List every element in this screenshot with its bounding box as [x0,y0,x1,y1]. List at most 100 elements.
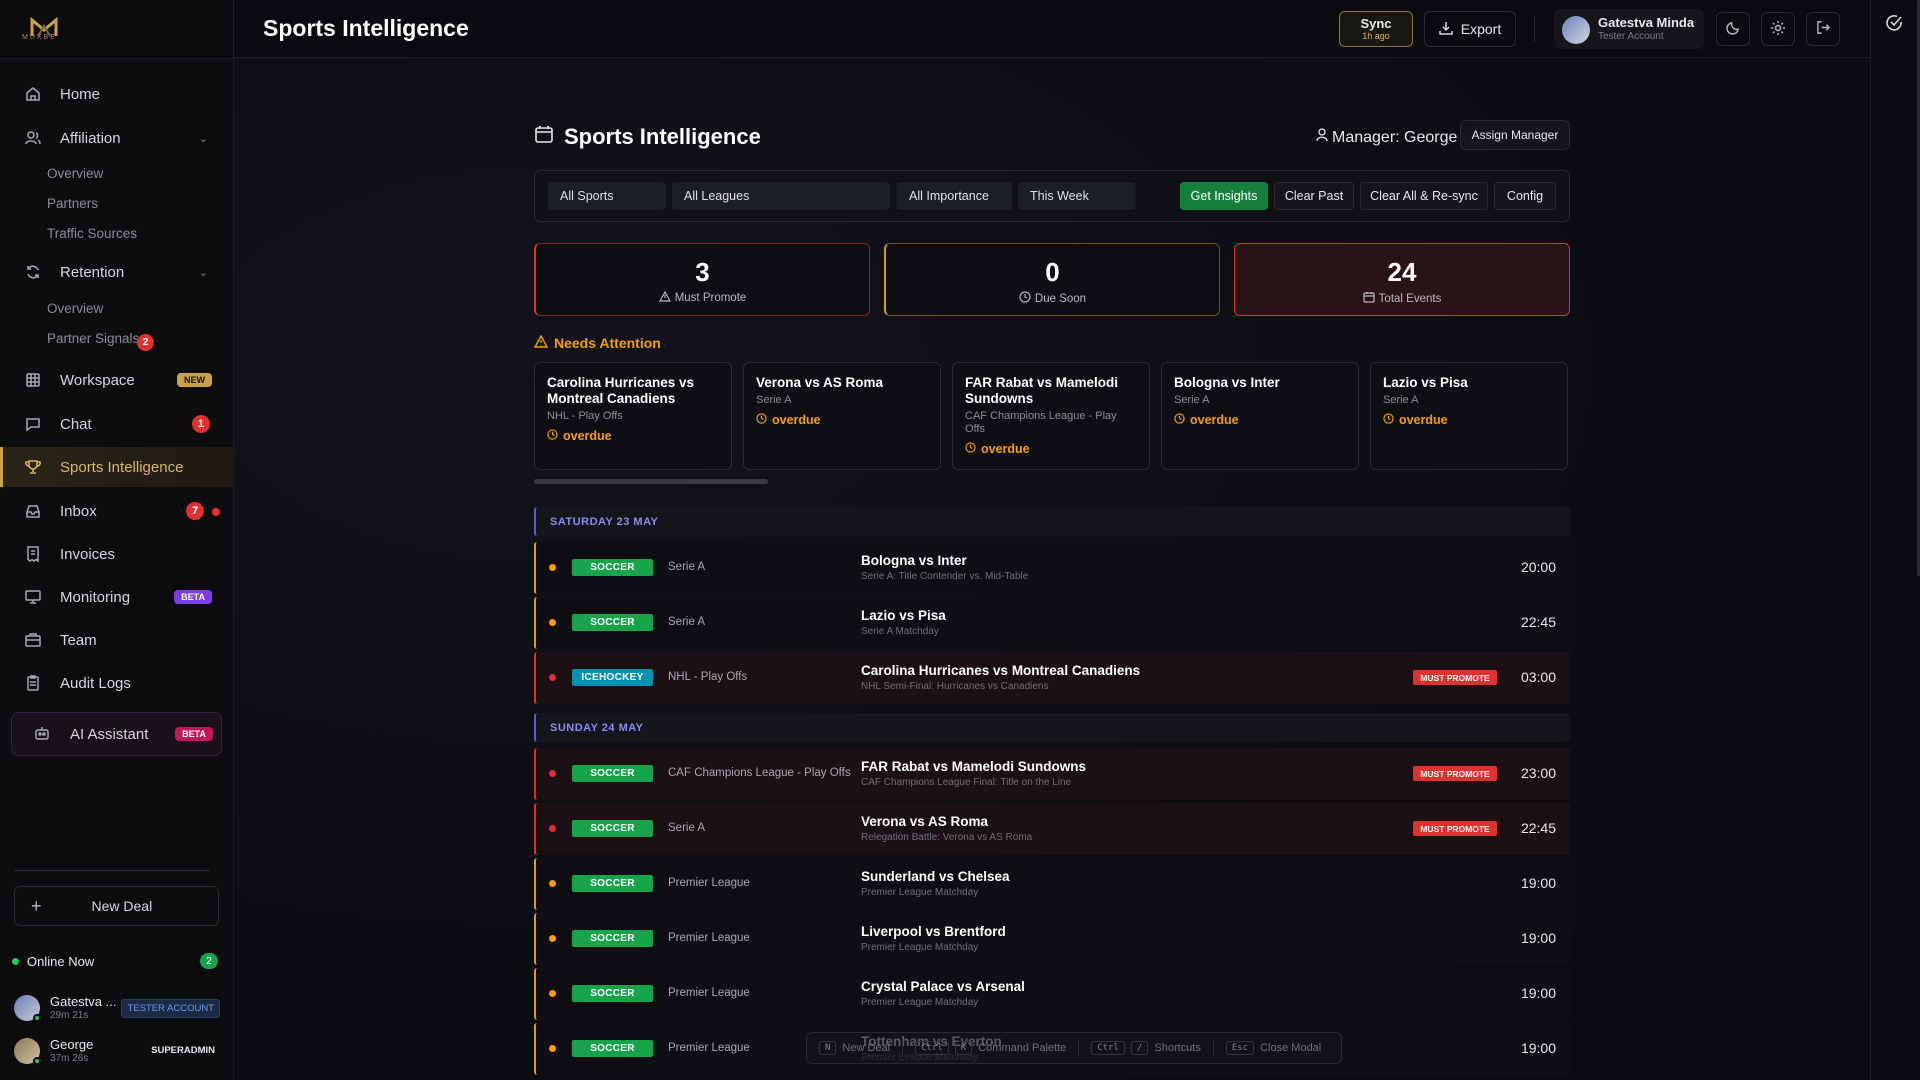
divider [1534,16,1535,42]
sidebar-subitem-traffic-sources[interactable]: Traffic Sources [47,226,137,241]
settings-button[interactable] [1761,12,1795,46]
new-deal-button[interactable]: + New Deal [14,886,219,926]
online-user[interactable]: Gatestva ... 29m 21s TESTER ACCOUNT [14,993,220,1027]
attention-card[interactable]: Bologna vs Inter Serie A overdue [1161,362,1359,470]
sidebar-item-home[interactable]: Home [0,74,234,114]
attention-card[interactable]: Verona vs AS Roma Serie A overdue [743,362,941,470]
period-filter-select[interactable]: This Week [1018,182,1135,210]
clear-all-resync-button[interactable]: Clear All & Re-sync [1360,182,1488,210]
event-row[interactable]: SOCCER CAF Champions League - Play Offs FA… [534,748,1570,800]
sidebar-item-retention[interactable]: Retention ⌄ [0,252,234,292]
sidebar-item-invoices[interactable]: Invoices [0,534,234,574]
sidebar-item-sports-intelligence[interactable]: Sports Intelligence [0,447,234,487]
must-promote-stat-card[interactable]: 3 Must Promote [534,243,870,316]
sidebar-subitem-partners[interactable]: Partners [47,196,98,211]
sidebar-item-workspace[interactable]: Workspace NEW [0,360,234,400]
online-user[interactable]: George 37m 26s SUPERADMIN [14,1036,220,1070]
sport-badge: SOCCER [572,985,653,1002]
sync-button[interactable]: Sync 1h ago [1339,11,1413,47]
must-promote-badge: MUST PROMOTE [1413,670,1497,685]
chevron-down-icon[interactable]: ⌄ [199,266,208,279]
config-button[interactable]: Config [1494,182,1556,210]
stat-value: 3 [695,257,710,287]
total-events-stat-card[interactable]: 24 Total Events [1234,243,1570,316]
account-menu[interactable]: Gatestva Minda Tester Account [1554,9,1704,49]
event-row[interactable]: SOCCER Serie A Verona vs AS Roma Relegation… [534,803,1570,855]
attention-card[interactable]: Lazio vs Pisa Serie A overdue [1370,362,1568,470]
sidebar-item-audit-logs[interactable]: Audit Logs [0,663,234,703]
overdue-label: overdue [1190,413,1239,427]
overdue-status: overdue [1383,413,1555,427]
divider [1212,1039,1214,1057]
sidebar-item-team[interactable]: Team [0,620,234,660]
event-subtitle: CAF Champions League Final: Title on the… [861,777,1072,788]
get-insights-button[interactable]: Get Insights [1180,182,1268,210]
chevron-down-icon[interactable]: ⌄ [199,132,208,145]
shortcut-key: Ctrl [915,1041,949,1055]
check-circle-icon[interactable] [1885,14,1903,35]
attention-card[interactable]: FAR Rabat vs Mamelodi Sundowns CAF Champi… [952,362,1150,470]
event-row[interactable]: SOCCER Serie A Bologna vs Inter Serie A: Ti… [534,542,1570,594]
clock-icon [1019,291,1031,306]
league-filter-select[interactable]: All Leagues [672,182,890,210]
due-soon-stat-card[interactable]: 0 Due Soon [884,243,1220,316]
sidebar-subitem-partner-signals[interactable]: Partner Signals [47,331,139,346]
online-count-badge: 2 [200,953,218,969]
monitor-icon [24,588,42,606]
stat-label-row: Must Promote [536,290,869,305]
assign-manager-button[interactable]: Assign Manager [1460,120,1570,150]
divider [902,1039,904,1057]
event-row[interactable]: SOCCER Premier League Crystal Palace vs Ar… [534,968,1570,1020]
sidebar-subitem-affiliation-overview[interactable]: Overview [47,166,103,181]
export-label: Export [1460,21,1502,37]
event-row[interactable]: SOCCER Premier League Liverpool vs Brentfo… [534,913,1570,965]
overdue-label: overdue [1399,413,1448,427]
export-button[interactable]: Export [1424,11,1516,47]
event-row[interactable]: SOCCER Serie A Lazio vs Pisa Serie A Matchd… [534,597,1570,649]
shortcut-key: Esc [1225,1041,1255,1055]
sidebar-subitem-retention-overview[interactable]: Overview [47,301,103,316]
event-subtitle: Serie A: Title Contender vs. Mid-Table [861,571,1029,582]
horizontal-scrollbar[interactable] [534,479,768,484]
priority-dot [549,674,556,681]
sidebar-item-affiliation[interactable]: Affiliation ⌄ [0,118,234,158]
sidebar-item-monitoring[interactable]: Monitoring BETA [0,577,234,617]
sidebar-item-label: Audit Logs [60,674,131,692]
download-icon [1439,21,1453,38]
shortcut-key: Ctrl [1091,1041,1125,1055]
importance-filter-select[interactable]: All Importance [897,182,1012,210]
priority-dot [549,1045,556,1052]
top-bar: Sports Intelligence Sync 1h ago Export G… [234,0,1870,58]
sidebar-item-inbox[interactable]: Inbox 7 [0,491,234,531]
attention-card[interactable]: Carolina Hurricanes vs Montreal Canadien… [534,362,732,470]
shortcut-label: New Deal [842,1042,891,1054]
inbox-count-badge: 7 [186,502,204,520]
robot-icon [34,725,52,743]
sidebar-item-label: Affiliation [60,129,121,147]
event-league: Premier League [668,987,750,999]
sidebar-item-chat[interactable]: Chat 1 [0,404,234,444]
sync-last-time: 1h ago [1362,31,1390,41]
event-row[interactable]: ICEHOCKEY NHL - Play Offs Carolina Hurrica… [534,652,1570,704]
ai-assistant-button[interactable]: AI Assistant BETA [11,712,222,756]
user-session-time: 37m 26s [50,1053,89,1064]
event-subtitle: Premier League Matchday [861,887,979,898]
sport-filter-select[interactable]: All Sports [548,182,666,210]
needs-attention-header: Needs Attention [533,334,661,351]
logout-button[interactable] [1806,12,1840,46]
attention-card-title: FAR Rabat vs Mamelodi Sundowns [965,375,1119,406]
event-title: FAR Rabat vs Mamelodi Sundowns [861,759,1087,774]
keyboard-shortcuts-bar: N New Deal Ctrl K Command Palette Ctrl / Shortc… [806,1032,1342,1064]
users-icon [24,129,42,147]
sport-badge: SOCCER [572,1040,653,1057]
sidebar-item-label: Invoices [60,545,116,563]
sidebar-item-label: Workspace [60,371,135,389]
trophy-icon [24,458,42,476]
clear-past-button[interactable]: Clear Past [1274,182,1354,210]
attention-card-league: CAF Champions League - Play Offs [965,410,1117,435]
event-row[interactable]: SOCCER Premier League Sunderland vs Chelse… [534,858,1570,910]
sport-badge: ICEHOCKEY [572,669,653,686]
theme-toggle-button[interactable] [1716,12,1750,46]
event-time: 22:45 [1520,820,1556,836]
event-time: 19:00 [1520,930,1556,946]
